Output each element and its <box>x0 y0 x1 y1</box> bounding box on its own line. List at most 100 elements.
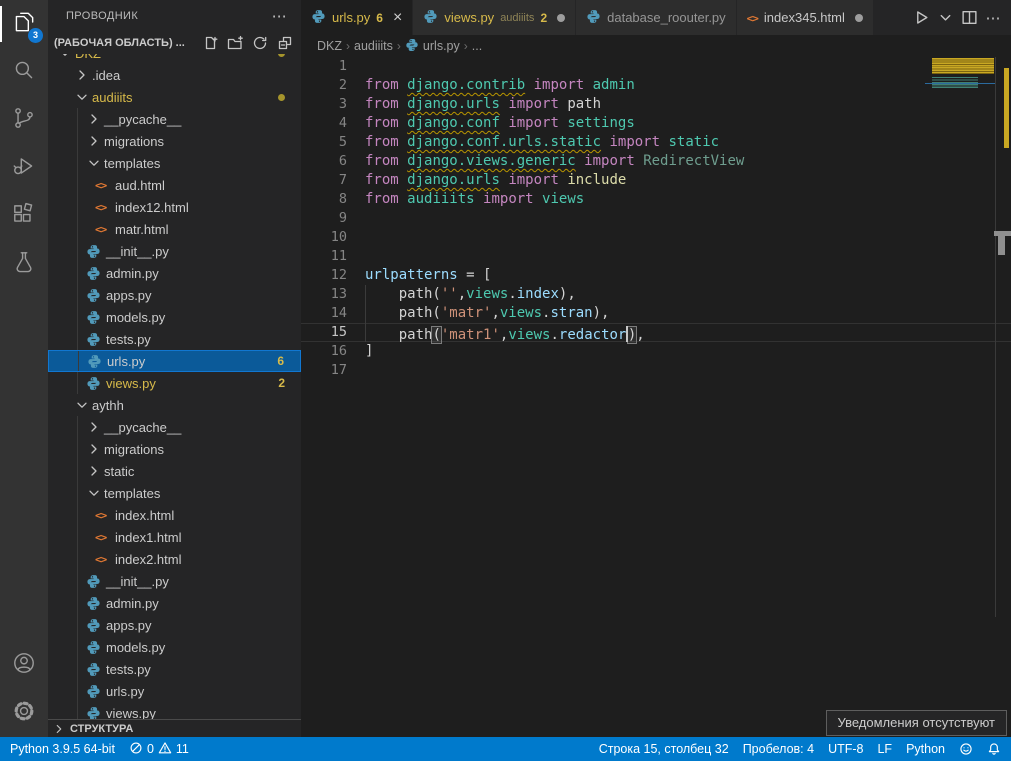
new-file-icon[interactable] <box>202 35 218 51</box>
breadcrumb-item[interactable]: urls.py <box>423 39 460 53</box>
more-icon[interactable]: ⋯ <box>983 7 1003 29</box>
tree-item-templates[interactable]: templates <box>48 482 301 504</box>
tree-item-label: .idea <box>92 68 120 83</box>
code-line: 2from django.contrib import admin <box>301 76 1011 95</box>
minimap-warning-block[interactable] <box>932 58 994 74</box>
line-content: from django.views.generic import Redirec… <box>347 152 744 171</box>
line-number: 1 <box>301 57 347 76</box>
tree-item-matr-html[interactable]: <>matr.html <box>48 218 301 240</box>
tree-item-migrations[interactable]: migrations <box>48 130 301 152</box>
tree-item-templates[interactable]: templates <box>48 152 301 174</box>
activity-item-settings[interactable] <box>0 689 48 737</box>
tree-item-dkz[interactable]: DKZ <box>48 54 301 64</box>
tree-item-index-html[interactable]: <>index.html <box>48 504 301 526</box>
tree-item-aythh[interactable]: aythh <box>48 394 301 416</box>
tree-item--init-py[interactable]: __init__.py <box>48 240 301 262</box>
feedback-icon[interactable] <box>959 742 973 756</box>
tree-item-urls-py[interactable]: urls.py <box>48 680 301 702</box>
tab-database-roouter-py[interactable]: database_roouter.py <box>576 0 737 35</box>
tree-item--pycache-[interactable]: __pycache__ <box>48 108 301 130</box>
interpreter-status[interactable]: Python 3.9.5 64-bit <box>10 742 115 756</box>
code-line: 16] <box>301 342 1011 361</box>
tree-item-index2-html[interactable]: <>index2.html <box>48 548 301 570</box>
notifications-bell-icon[interactable] <box>987 742 1001 756</box>
problems-status[interactable]: 011 <box>129 741 189 758</box>
code-line: 9 <box>301 209 1011 228</box>
breadcrumb-item[interactable]: ... <box>472 39 482 53</box>
scrollbar-t-marker-stem <box>998 236 1005 255</box>
line-number: 13 <box>301 285 347 304</box>
line-number: 3 <box>301 95 347 114</box>
python-file-icon <box>86 639 104 655</box>
tree-item--pycache-[interactable]: __pycache__ <box>48 416 301 438</box>
more-actions-icon[interactable]: ⋯ <box>272 7 287 25</box>
breadcrumb-item[interactable]: DKZ <box>317 39 342 53</box>
code-line: 5from django.conf.urls.static import sta… <box>301 133 1011 152</box>
tree-item-tests-py[interactable]: tests.py <box>48 658 301 680</box>
activity-item-explorer[interactable]: 3 <box>0 0 48 48</box>
tree-item-index12-html[interactable]: <>index12.html <box>48 196 301 218</box>
code-editor[interactable]: 12from django.contrib import admin3from … <box>301 57 1011 737</box>
line-content: from django.urls import path <box>347 95 601 114</box>
problems-badge: 6 <box>277 354 284 368</box>
tree-item-views-py[interactable]: views.py <box>48 702 301 719</box>
outline-section-header[interactable]: СТРУКТУРА <box>48 719 301 737</box>
tree-item--init-py[interactable]: __init__.py <box>48 570 301 592</box>
line-content <box>347 209 365 228</box>
tab-urls-py[interactable]: urls.py6× <box>301 0 413 35</box>
tree-item-audiiits[interactable]: audiiits <box>48 86 301 108</box>
testing-icon <box>11 249 37 280</box>
activity-item-search[interactable] <box>0 48 48 96</box>
close-icon[interactable]: × <box>393 10 402 26</box>
cursor-position-status[interactable]: Строка 15, столбец 32 <box>599 742 729 756</box>
tree-item-admin-py[interactable]: admin.py <box>48 592 301 614</box>
tree-item-migrations[interactable]: migrations <box>48 438 301 460</box>
eol-status[interactable]: LF <box>877 742 892 756</box>
tree-item-apps-py[interactable]: apps.py <box>48 614 301 636</box>
chevron-right-icon <box>86 111 102 127</box>
split-editor-button[interactable] <box>959 7 979 29</box>
activity-item-source-control[interactable] <box>0 96 48 144</box>
new-folder-icon[interactable] <box>227 35 243 51</box>
tree-item-index1-html[interactable]: <>index1.html <box>48 526 301 548</box>
tree-item-label: templates <box>104 156 160 171</box>
tab-index345-html[interactable]: <>index345.html <box>737 0 874 35</box>
workspace-section-header[interactable]: (РАБОЧАЯ ОБЛАСТЬ) ... <box>48 32 301 54</box>
activity-item-run-debug[interactable] <box>0 144 48 192</box>
tree-item-models-py[interactable]: models.py <box>48 636 301 658</box>
tree-item-models-py[interactable]: models.py <box>48 306 301 328</box>
chevron-down-icon <box>57 54 73 61</box>
tab-views-py[interactable]: views.pyaudiiits2 <box>413 0 576 35</box>
tree-item-urls-py[interactable]: urls.py6 <box>48 350 301 372</box>
python-file-icon <box>86 683 104 699</box>
error-icon <box>129 741 143 758</box>
breadcrumb-separator: › <box>464 39 468 53</box>
activity-item-extensions[interactable] <box>0 192 48 240</box>
run-button[interactable] <box>911 7 931 29</box>
language-mode-status[interactable]: Python <box>906 742 945 756</box>
tree-item-static[interactable]: static <box>48 460 301 482</box>
chevron-down-button[interactable] <box>935 7 955 29</box>
refresh-icon[interactable] <box>252 35 268 51</box>
collapse-all-icon[interactable] <box>277 35 293 51</box>
tree-item-label: matr.html <box>115 222 168 237</box>
activity-item-account[interactable] <box>0 641 48 689</box>
breadcrumb-item[interactable]: audiiits <box>354 39 393 53</box>
code-line: 7from django.urls import include <box>301 171 1011 190</box>
activity-item-testing[interactable] <box>0 240 48 288</box>
tree-item-label: templates <box>104 486 160 501</box>
encoding-status[interactable]: UTF-8 <box>828 742 863 756</box>
tree-item-label: index2.html <box>115 552 181 567</box>
tree-item-apps-py[interactable]: apps.py <box>48 284 301 306</box>
indentation-status[interactable]: Пробелов: 4 <box>743 742 814 756</box>
tree-item-views-py[interactable]: views.py2 <box>48 372 301 394</box>
tree-item-aud-html[interactable]: <>aud.html <box>48 174 301 196</box>
line-number: 6 <box>301 152 347 171</box>
line-content: from django.urls import include <box>347 171 626 190</box>
line-number: 7 <box>301 171 347 190</box>
tree-item-admin-py[interactable]: admin.py <box>48 262 301 284</box>
tree-item--idea[interactable]: .idea <box>48 64 301 86</box>
tree-item-label: migrations <box>104 134 164 149</box>
tree-item-tests-py[interactable]: tests.py <box>48 328 301 350</box>
status-bar-left: Python 3.9.5 64-bit 011 <box>10 741 189 758</box>
